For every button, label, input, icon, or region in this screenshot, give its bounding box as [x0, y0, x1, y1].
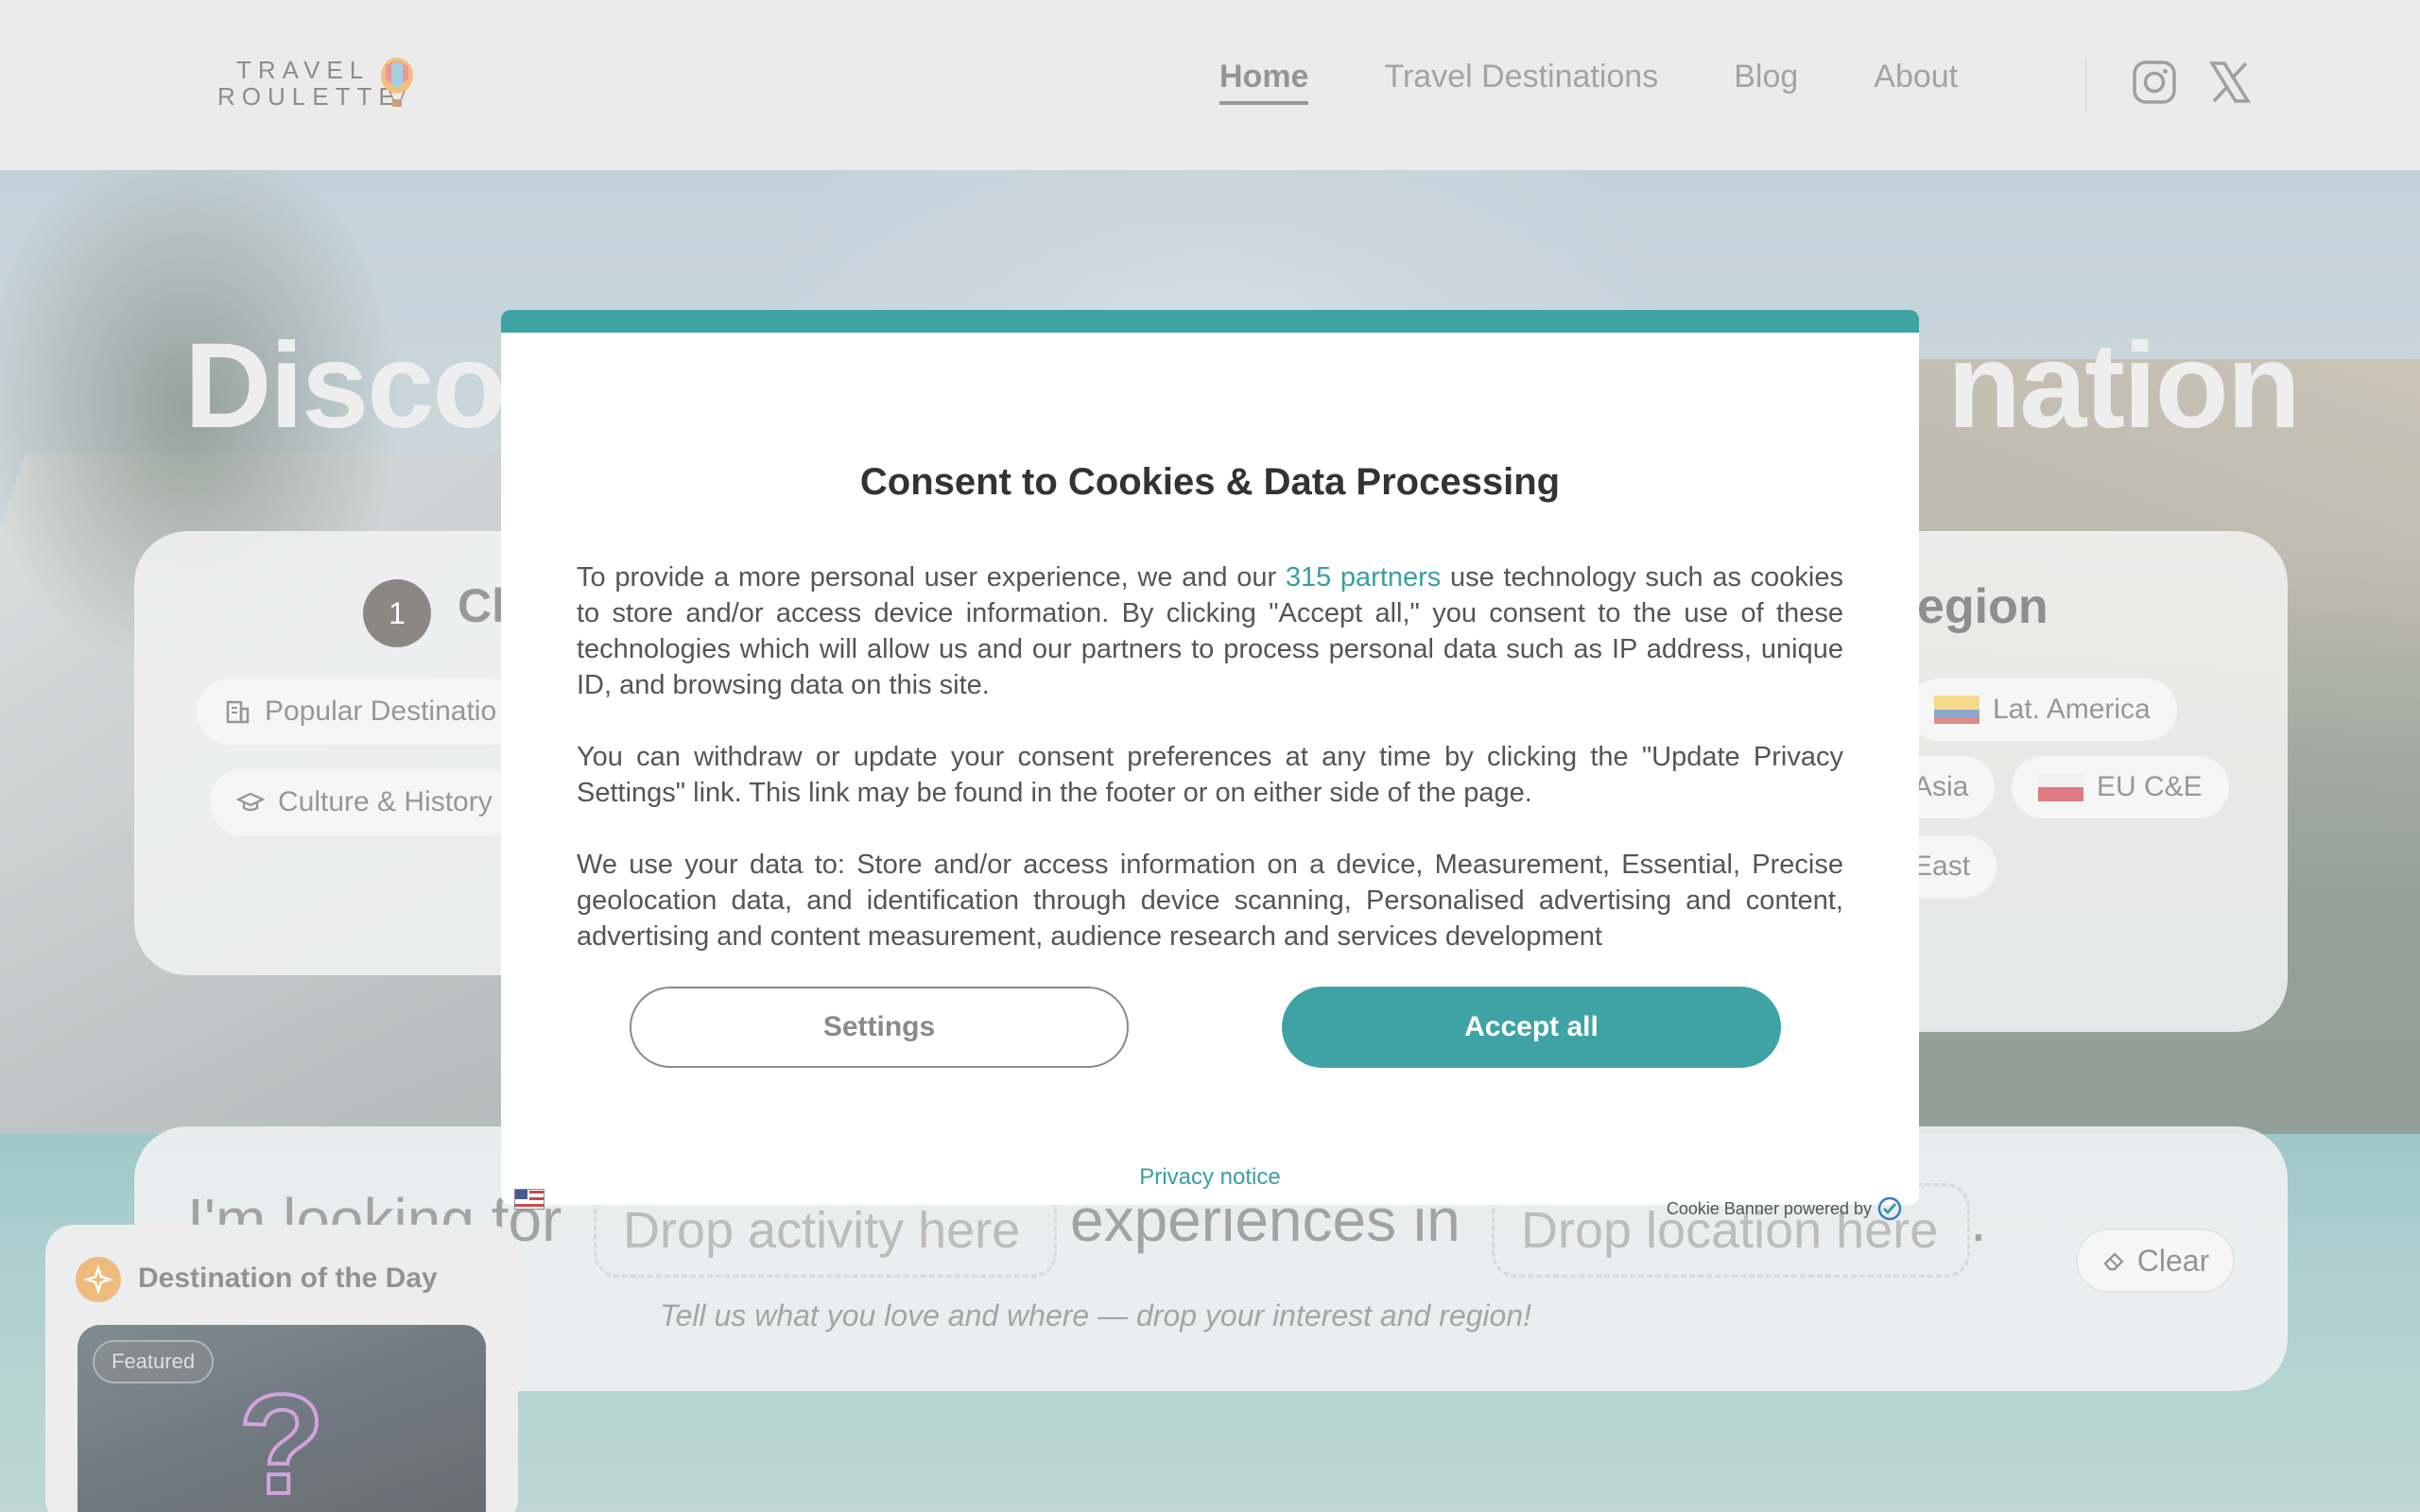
accept-all-button[interactable]: Accept all — [1282, 987, 1781, 1068]
cookie-modal-title: Consent to Cookies & Data Processing — [859, 461, 1561, 503]
partners-link[interactable]: 315 partners — [1286, 562, 1441, 593]
powered-by-text: Cookie Banner powered by — [1666, 1198, 1872, 1218]
settings-button[interactable]: Settings — [630, 987, 1129, 1068]
cookie-banner-attribution[interactable]: Cookie Banner powered by — [1667, 1196, 1902, 1221]
shield-check-icon — [1877, 1196, 1902, 1221]
para1-text-a: To provide a more personal user experien… — [577, 562, 1286, 593]
cookie-paragraph-2: You can withdraw or update your consent … — [577, 742, 1843, 808]
language-flag-icon[interactable] — [514, 1189, 544, 1210]
cookie-paragraph-3: We use your data to: Store and/or access… — [577, 850, 1843, 952]
privacy-notice-link[interactable]: Privacy notice — [501, 1164, 1919, 1191]
cookie-consent-modal: Consent to Cookies & Data Processing To … — [501, 310, 1919, 1221]
cookie-paragraph-1: To provide a more personal user experien… — [577, 559, 1843, 703]
cookie-modal-body: To provide a more personal user experien… — [577, 559, 1843, 990]
